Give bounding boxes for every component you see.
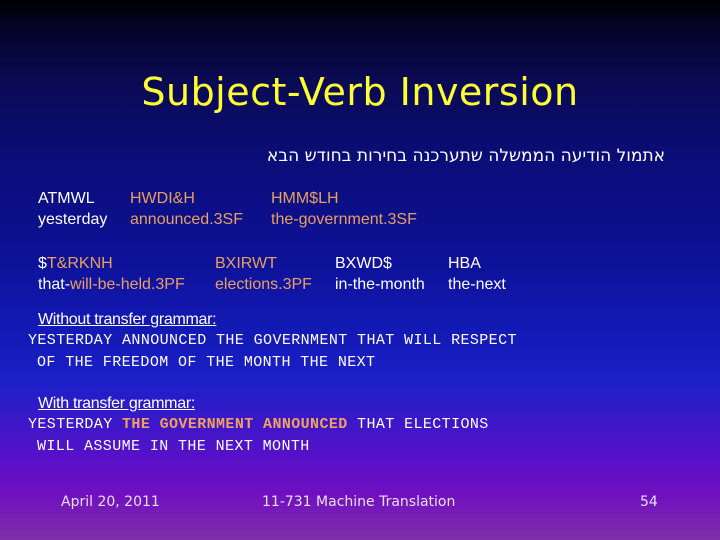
- without-transfer-line-2: OF THE FREEDOM OF THE MONTH THE NEXT: [37, 354, 376, 371]
- with-transfer-line-1-post: THAT ELECTIONS: [347, 416, 489, 433]
- without-transfer-label: Without transfer grammar:: [38, 311, 217, 328]
- without-transfer-line-1: YESTERDAY ANNOUNCED THE GOVERNMENT THAT …: [28, 332, 517, 349]
- gloss-2-translit-3: HBA: [448, 255, 481, 272]
- gloss-2-translit-1: BXIRWT: [215, 255, 277, 272]
- gloss-2-translit-0-main: T&RKNH: [46, 255, 113, 272]
- gloss-1-translit-1: HWDI&H: [130, 190, 195, 207]
- gloss-2-english-0-main: will-be-held.3PF: [70, 276, 185, 293]
- footer-page-number: 54: [640, 494, 658, 510]
- gloss-2-english-1: elections.3PF: [215, 276, 312, 293]
- gloss-2-translit-2: BXWD$: [335, 255, 392, 272]
- with-transfer-line-1-highlight: THE GOVERNMENT ANNOUNCED: [122, 416, 348, 433]
- gloss-1-english-1: announced.3SF: [130, 211, 243, 228]
- with-transfer-line-2: WILL ASSUME IN THE NEXT MONTH: [37, 438, 310, 455]
- gloss-2-translit-0: $T&RKNH: [38, 253, 113, 274]
- with-transfer-line-1-pre: YESTERDAY: [28, 416, 123, 433]
- gloss-1-english-2: the-government.3SF: [271, 211, 417, 228]
- gloss-1-translit-2: HMM$LH: [271, 190, 339, 207]
- gloss-1-english-0: yesterday: [38, 211, 108, 228]
- footer-course: 11-731 Machine Translation: [262, 494, 456, 510]
- gloss-2-english-2: in-the-month: [335, 276, 425, 293]
- gloss-2-translit-0-prefix: $: [38, 255, 47, 272]
- gloss-2-english-0: that-will-be-held.3PF: [38, 274, 185, 295]
- gloss-2-english-3: the-next: [448, 276, 506, 293]
- footer-date: April 20, 2011: [61, 494, 160, 510]
- with-transfer-line-1: YESTERDAY THE GOVERNMENT ANNOUNCED THAT …: [28, 416, 489, 433]
- hebrew-sentence: אתמול הודיעה הממשלה שתערכנה בחירות בחודש…: [266, 146, 665, 166]
- with-transfer-label: With transfer grammar:: [38, 395, 195, 412]
- gloss-2-english-0-prefix: that-: [38, 276, 71, 293]
- gloss-1-translit-0: ATMWL: [38, 190, 95, 207]
- slide-title: Subject-Verb Inversion: [141, 70, 579, 114]
